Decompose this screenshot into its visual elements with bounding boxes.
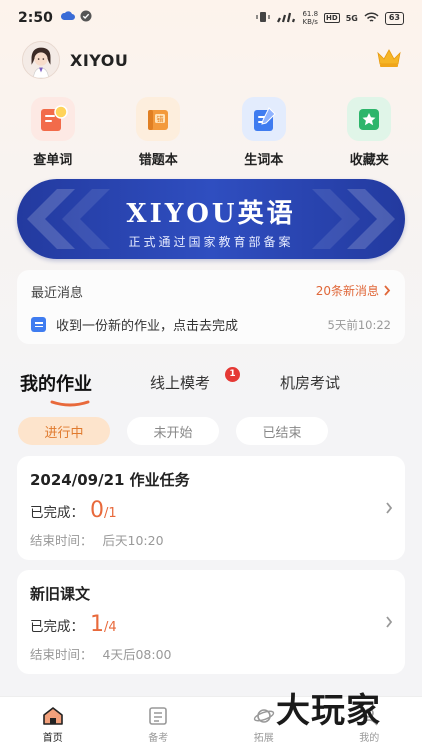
tab-my-homework[interactable]: 我的作业	[20, 370, 92, 396]
chevron-right-icon	[386, 616, 393, 628]
message-item[interactable]: 收到一份新的作业，点击去完成 5天前10:22	[31, 315, 391, 334]
message-time: 5天前10:22	[327, 317, 391, 332]
tab-online-mock-exam[interactable]: 线上模考	[150, 372, 210, 393]
task-card[interactable]: 新旧课文 已完成： 1 /4 结束时间： 4天后08:00	[17, 570, 405, 674]
progress-done: 0	[90, 498, 104, 523]
task-title: 2024/09/21 作业任务	[30, 471, 190, 489]
check-circle-icon	[80, 10, 92, 26]
quick-action-label: 生词本	[244, 153, 284, 168]
avatar[interactable]	[22, 41, 60, 79]
quick-action-label: 查单词	[33, 153, 73, 168]
task-title: 新旧课文	[30, 585, 91, 603]
vocabulary-book-icon	[241, 97, 286, 141]
nav-label: 备考	[148, 733, 169, 744]
favorites-icon	[347, 97, 392, 141]
quick-action-lookup-word[interactable]: 查单词	[0, 97, 106, 168]
nav-home[interactable]: 首页	[0, 697, 106, 750]
filter-in-progress[interactable]: 进行中	[18, 417, 110, 445]
end-time-value: 后天10:20	[102, 533, 164, 548]
active-tab-underline	[50, 400, 90, 407]
new-messages-count: 20条新消息	[315, 284, 379, 298]
end-time-label: 结束时间：	[30, 533, 93, 548]
promo-banner[interactable]: XIYOU英语 正式通过国家教育部备案	[17, 179, 405, 259]
filter-ended[interactable]: 已结束	[236, 417, 328, 445]
homework-tabs: 我的作业 线上模考 1 机房考试	[20, 367, 410, 408]
notification-badge: 1	[225, 367, 240, 382]
end-time-label: 结束时间：	[30, 647, 93, 662]
cloud-icon	[60, 10, 75, 26]
progress-total: /4	[104, 620, 117, 635]
status-filters: 进行中 未开始 已结束	[18, 417, 345, 445]
vibrate-icon	[256, 11, 271, 25]
progress-total: /1	[104, 506, 117, 521]
filter-not-started[interactable]: 未开始	[127, 417, 219, 445]
recent-messages-card[interactable]: 最近消息 20条新消息 收到一份新的作业，点击去完成 5天前10:22	[17, 270, 405, 344]
watermark: 大玩家	[276, 691, 381, 731]
banner-subtitle: 正式通过国家教育部备案	[128, 235, 294, 249]
progress-label: 已完成：	[30, 619, 84, 635]
progress-label: 已完成：	[30, 505, 84, 521]
task-progress: 已完成： 1 /4	[30, 612, 117, 637]
signal-bars-icon	[276, 12, 296, 25]
banner-title: XIYOU英语	[126, 199, 296, 229]
signal-5g-icon: 5G	[345, 13, 358, 23]
tab-lab-exam[interactable]: 机房考试	[280, 372, 340, 393]
chevron-right-icon	[384, 285, 391, 296]
status-time: 2:50	[18, 10, 53, 26]
progress-done: 1	[90, 612, 104, 637]
chevron-right-icon	[386, 502, 393, 514]
hd-icon: HD	[324, 13, 340, 23]
wifi-icon	[364, 11, 379, 25]
task-end-time: 结束时间： 4天后08:00	[30, 644, 172, 663]
quick-action-mistake-book[interactable]: 错 错题本	[106, 97, 212, 168]
nav-exam-prep[interactable]: 备考	[106, 697, 212, 750]
task-end-time: 结束时间： 后天10:20	[30, 530, 164, 549]
recent-messages-heading: 最近消息	[31, 286, 84, 301]
quick-actions: 查单词 错 错题本 生词本 收藏夹	[0, 97, 422, 168]
nav-label: 拓展	[253, 733, 274, 744]
network-speed-unit: KB/s	[302, 18, 318, 26]
status-bar: 2:50 61.8 KB/s HD 5G 63	[0, 0, 422, 36]
exam-prep-icon	[149, 707, 168, 725]
search-word-icon	[30, 97, 75, 141]
battery-indicator: 63	[384, 11, 404, 25]
svg-text:错: 错	[157, 115, 164, 124]
network-speed-value: 61.8	[302, 10, 319, 18]
header: XIYOU	[22, 41, 402, 79]
new-messages-link[interactable]: 20条新消息	[316, 282, 391, 299]
home-icon	[42, 707, 63, 725]
username: XIYOU	[70, 50, 129, 70]
quick-action-label: 错题本	[138, 153, 178, 168]
crown-icon[interactable]	[376, 48, 402, 72]
quick-action-vocabulary-book[interactable]: 生词本	[211, 97, 317, 168]
message-icon	[31, 317, 46, 332]
task-progress: 已完成： 0 /1	[30, 498, 117, 523]
task-card[interactable]: 2024/09/21 作业任务 已完成： 0 /1 结束时间： 后天10:20	[17, 456, 405, 560]
planet-icon	[253, 709, 274, 723]
quick-action-favorites[interactable]: 收藏夹	[317, 97, 422, 168]
end-time-value: 4天后08:00	[102, 647, 172, 662]
message-text: 收到一份新的作业，点击去完成	[56, 319, 239, 334]
mistake-book-icon: 错	[136, 97, 181, 141]
nav-label: 首页	[42, 733, 63, 744]
quick-action-label: 收藏夹	[349, 153, 389, 168]
